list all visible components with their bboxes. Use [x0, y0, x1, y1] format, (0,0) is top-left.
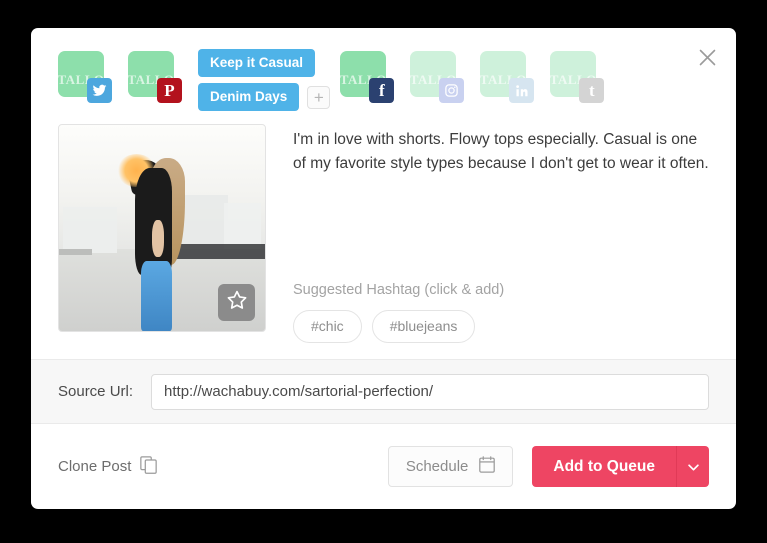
post-image[interactable]: [58, 124, 266, 332]
tag-row: Keep it Casual: [198, 49, 330, 77]
footer-actions: Schedule Add to Queue: [387, 446, 709, 487]
hashtag-list: #chic #bluejeans: [293, 310, 709, 359]
account-twitter[interactable]: TALLO: [58, 51, 112, 103]
post-text[interactable]: I'm in love with shorts. Flowy tops espe…: [293, 124, 709, 176]
source-url-input[interactable]: [151, 373, 709, 410]
hashtag-label: Suggested Hashtag (click & add): [293, 282, 505, 298]
account-facebook[interactable]: TALLO f: [340, 51, 395, 103]
tags-group: Keep it Casual Denim Days +: [198, 49, 331, 111]
post-composer-modal: TALLO TALLO P Keep it Casual Denim Days: [31, 28, 736, 509]
photo-building: [63, 207, 117, 253]
schedule-label: Schedule: [405, 458, 469, 475]
account-linkedin[interactable]: TALLO: [480, 51, 535, 103]
photo-building: [223, 203, 261, 249]
close-icon: [699, 49, 716, 66]
facebook-icon: f: [369, 78, 395, 103]
source-url-bar: Source Url:: [31, 359, 736, 424]
calendar-icon: [479, 456, 496, 477]
star-icon: [226, 289, 248, 316]
tumblr-glyph: t: [588, 81, 595, 100]
photo-building: [178, 195, 228, 249]
photo-figure-jeans: [141, 260, 173, 331]
tag-chip-2[interactable]: Denim Days: [198, 83, 300, 111]
tag-row: Denim Days +: [198, 83, 331, 111]
twitter-icon: [87, 78, 112, 103]
add-to-queue-group: Add to Queue: [532, 446, 709, 487]
hashtag-bluejeans[interactable]: #bluejeans: [371, 310, 476, 343]
linkedin-icon: [509, 78, 535, 103]
facebook-glyph: f: [378, 81, 385, 100]
schedule-button[interactable]: Schedule: [387, 446, 514, 487]
pinterest-glyph: P: [164, 81, 175, 100]
copy-icon: [140, 455, 158, 478]
account-instagram[interactable]: TALLO: [410, 51, 465, 103]
photo-figure-skin: [151, 219, 165, 257]
close-button[interactable]: [692, 42, 722, 72]
account-pinterest[interactable]: TALLO P: [128, 51, 182, 103]
tag-chip-1[interactable]: Keep it Casual: [198, 49, 316, 77]
account-tumblr[interactable]: TALLO t: [550, 51, 605, 103]
chevron-down-icon: [687, 458, 699, 476]
photo-railing: [166, 244, 265, 259]
tumblr-icon: t: [579, 78, 605, 103]
clone-post-button[interactable]: Clone Post: [58, 455, 158, 478]
accounts-bar: TALLO TALLO P Keep it Casual Denim Days: [31, 28, 736, 124]
pinterest-icon: P: [157, 78, 182, 103]
clone-post-label: Clone Post: [58, 458, 132, 475]
post-content: I'm in love with shorts. Flowy tops espe…: [31, 124, 736, 359]
photo-railing: [59, 248, 92, 255]
source-url-label: Source Url:: [58, 383, 134, 400]
add-to-queue-dropdown[interactable]: [676, 446, 709, 487]
hashtag-chic[interactable]: #chic: [293, 310, 362, 343]
instagram-icon: [439, 78, 465, 103]
post-details: I'm in love with shorts. Flowy tops espe…: [266, 124, 709, 359]
favorite-button[interactable]: [218, 284, 255, 321]
modal-footer: Clone Post Schedule Add to Queue: [31, 424, 736, 509]
add-tag-button[interactable]: +: [307, 85, 331, 109]
add-to-queue-button[interactable]: Add to Queue: [532, 446, 676, 487]
